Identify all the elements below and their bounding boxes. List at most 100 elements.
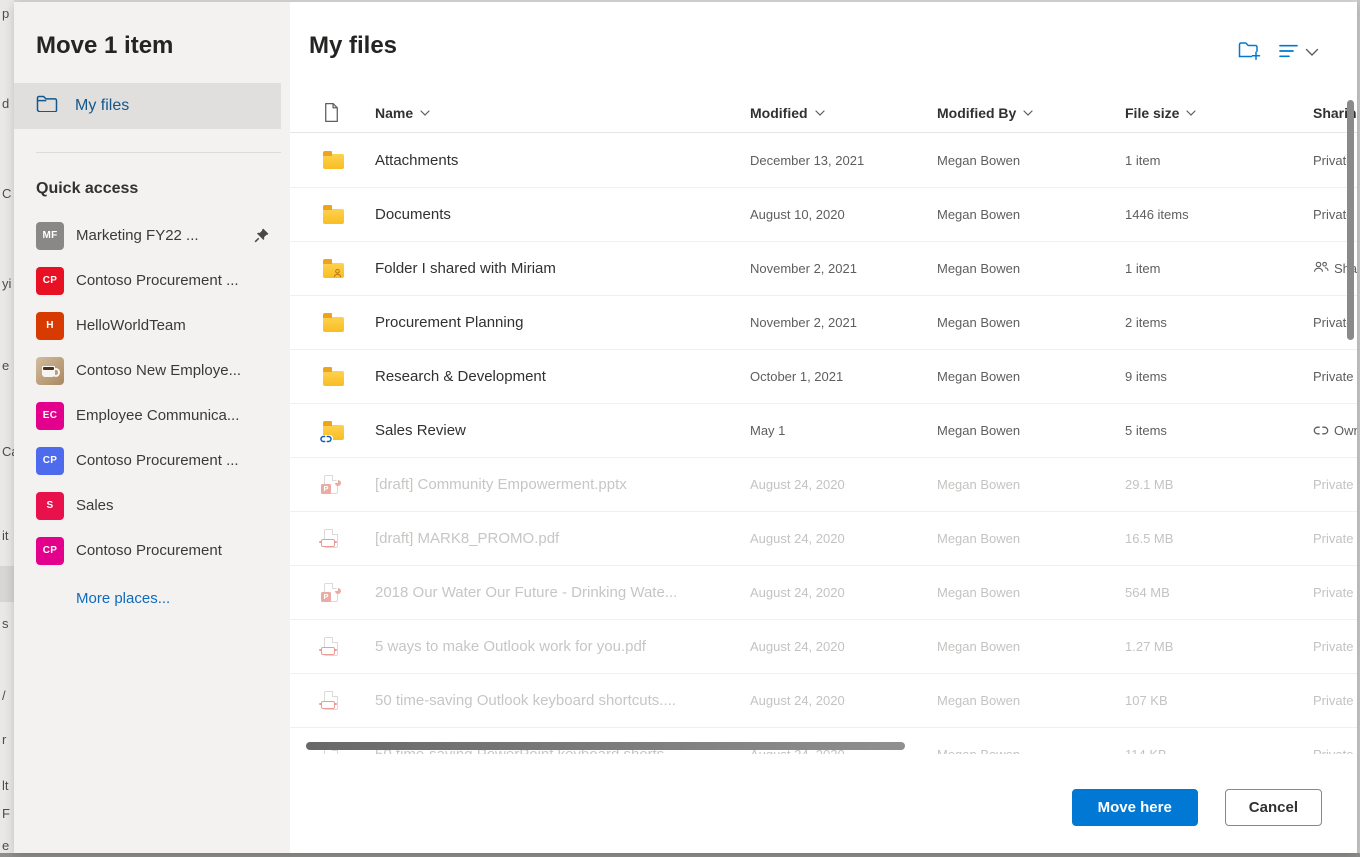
row-type-icon-cell: P: [323, 583, 375, 603]
row-file-size: 114 KB: [1125, 747, 1313, 754]
row-modified-by: Megan Bowen: [937, 153, 1125, 168]
row-name: 2018 Our Water Our Future - Drinking Wat…: [375, 584, 750, 601]
more-places-link[interactable]: More places...: [76, 590, 170, 607]
chevron-down-icon: [1023, 110, 1033, 116]
quick-access-label: Contoso New Employe...: [76, 362, 241, 379]
row-sharing-status: Private: [1313, 585, 1357, 600]
coffee-mug-thumbnail: [36, 357, 64, 385]
table-row[interactable]: Procurement PlanningNovember 2, 2021Mega…: [290, 295, 1357, 349]
quick-access-item[interactable]: CPContoso Procurement ...: [14, 258, 290, 303]
team-avatar: CP: [36, 267, 64, 295]
row-file-size: 9 items: [1125, 369, 1313, 384]
table-row[interactable]: Research & DevelopmentOctober 1, 2021Meg…: [290, 349, 1357, 403]
row-file-size: 1.27 MB: [1125, 639, 1313, 654]
row-file-size: 16.5 MB: [1125, 531, 1313, 546]
pin-icon[interactable]: [253, 227, 270, 244]
row-sharing-status: Private: [1313, 531, 1357, 546]
person-badge-icon: [333, 265, 342, 283]
row-modified-by: Megan Bowen: [937, 369, 1125, 384]
background-text-fragment: F: [2, 806, 10, 821]
team-avatar: H: [36, 312, 64, 340]
background-text-fragment: e: [2, 358, 9, 373]
row-modified-date: November 2, 2021: [750, 261, 937, 276]
row-name: Sales Review: [375, 422, 750, 439]
row-modified-date: August 24, 2020: [750, 531, 937, 546]
folder-icon: [36, 95, 58, 117]
horizontal-scrollbar[interactable]: [306, 742, 905, 750]
row-type-icon-cell: [323, 422, 375, 440]
shared-folder-icon: [323, 263, 344, 278]
background-text-fragment: s: [2, 616, 9, 631]
column-header-name[interactable]: Name: [375, 105, 750, 121]
row-name: Documents: [375, 206, 750, 223]
quick-access-item[interactable]: CPContoso Procurement: [14, 528, 290, 573]
row-modified-by: Megan Bowen: [937, 639, 1125, 654]
table-header-row: Name Modified Modified By File size Shar…: [290, 93, 1357, 133]
vertical-scrollbar[interactable]: [1347, 100, 1354, 340]
quick-access-item[interactable]: SSales: [14, 483, 290, 528]
chevron-down-icon: [815, 110, 825, 116]
team-avatar: S: [36, 492, 64, 520]
column-header-modified-by[interactable]: Modified By: [937, 105, 1125, 121]
pdf-file-icon: [323, 637, 340, 657]
row-name: [draft] Community Empowerment.pptx: [375, 476, 750, 493]
sidebar-divider: [36, 152, 281, 153]
table-row[interactable]: Folder I shared with MiriamNovember 2, 2…: [290, 241, 1357, 295]
file-browser-panel: My files: [290, 2, 1357, 853]
row-file-size: 107 KB: [1125, 693, 1313, 708]
quick-access-list: MFMarketing FY22 ...CPContoso Procuremen…: [14, 213, 290, 573]
column-header-modified[interactable]: Modified: [750, 105, 937, 121]
quick-access-label: HelloWorldTeam: [76, 317, 186, 334]
row-modified-by: Megan Bowen: [937, 747, 1125, 754]
file-type-column-icon: [323, 102, 375, 123]
link-badge-icon: [319, 435, 333, 443]
row-sharing-status: Private: [1313, 369, 1357, 384]
table-row[interactable]: Sales ReviewMay 1Megan Bowen5 itemsOwner: [290, 403, 1357, 457]
people-icon: [1313, 261, 1329, 276]
quick-access-item[interactable]: H HelloWorldTeam: [14, 303, 290, 348]
quick-access-item[interactable]: Contoso New Employe...: [14, 348, 290, 393]
powerpoint-file-icon: P: [323, 583, 340, 603]
move-here-button[interactable]: Move here: [1072, 789, 1198, 826]
new-folder-button[interactable]: [1238, 40, 1261, 66]
background-text-fragment: r: [2, 732, 6, 747]
background-text-fragment: e: [2, 838, 9, 853]
dialog-bottom-edge: [0, 853, 1360, 857]
background-text-fragment: C: [2, 186, 11, 201]
quick-access-item[interactable]: ECEmployee Communica...: [14, 393, 290, 438]
destination-sidebar: Move 1 item My files Quick access MFMark…: [14, 2, 290, 853]
cancel-button[interactable]: Cancel: [1225, 789, 1322, 826]
chevron-down-icon: [420, 110, 430, 116]
table-row: P[draft] Community Empowerment.pptxAugus…: [290, 457, 1357, 511]
background-text-fragment: yi: [2, 276, 11, 291]
row-modified-by: Megan Bowen: [937, 207, 1125, 222]
table-row[interactable]: DocumentsAugust 10, 2020Megan Bowen1446 …: [290, 187, 1357, 241]
quick-access-heading: Quick access: [36, 180, 290, 198]
row-type-icon-cell: [323, 206, 375, 224]
row-file-size: 1 item: [1125, 261, 1313, 276]
table-row[interactable]: AttachmentsDecember 13, 2021Megan Bowen1…: [290, 133, 1357, 187]
sort-options-button[interactable]: [1279, 43, 1319, 64]
quick-access-item[interactable]: MFMarketing FY22 ...: [14, 213, 290, 258]
row-name: Folder I shared with Miriam: [375, 260, 750, 277]
team-avatar: EC: [36, 402, 64, 430]
chevron-down-icon: [1305, 44, 1319, 62]
row-type-icon-cell: [323, 260, 375, 278]
background-text-fragment: lt: [2, 778, 9, 793]
sidebar-item-my-files[interactable]: My files: [14, 83, 281, 129]
row-type-icon-cell: P: [323, 475, 375, 495]
quick-access-item[interactable]: CPContoso Procurement ...: [14, 438, 290, 483]
background-text-fragment: d: [2, 96, 9, 111]
row-sharing-status: Private: [1313, 693, 1357, 708]
row-modified-date: August 24, 2020: [750, 477, 937, 492]
row-modified-by: Megan Bowen: [937, 585, 1125, 600]
pdf-file-icon: [323, 691, 340, 711]
folder-icon: [323, 209, 344, 224]
row-modified-date: August 10, 2020: [750, 207, 937, 222]
row-file-size: 29.1 MB: [1125, 477, 1313, 492]
mug-shape: [42, 366, 55, 377]
row-modified-date: August 24, 2020: [750, 693, 937, 708]
column-header-file-size[interactable]: File size: [1125, 105, 1313, 121]
row-name: 5 ways to make Outlook work for you.pdf: [375, 638, 750, 655]
folder-icon: [323, 371, 344, 386]
